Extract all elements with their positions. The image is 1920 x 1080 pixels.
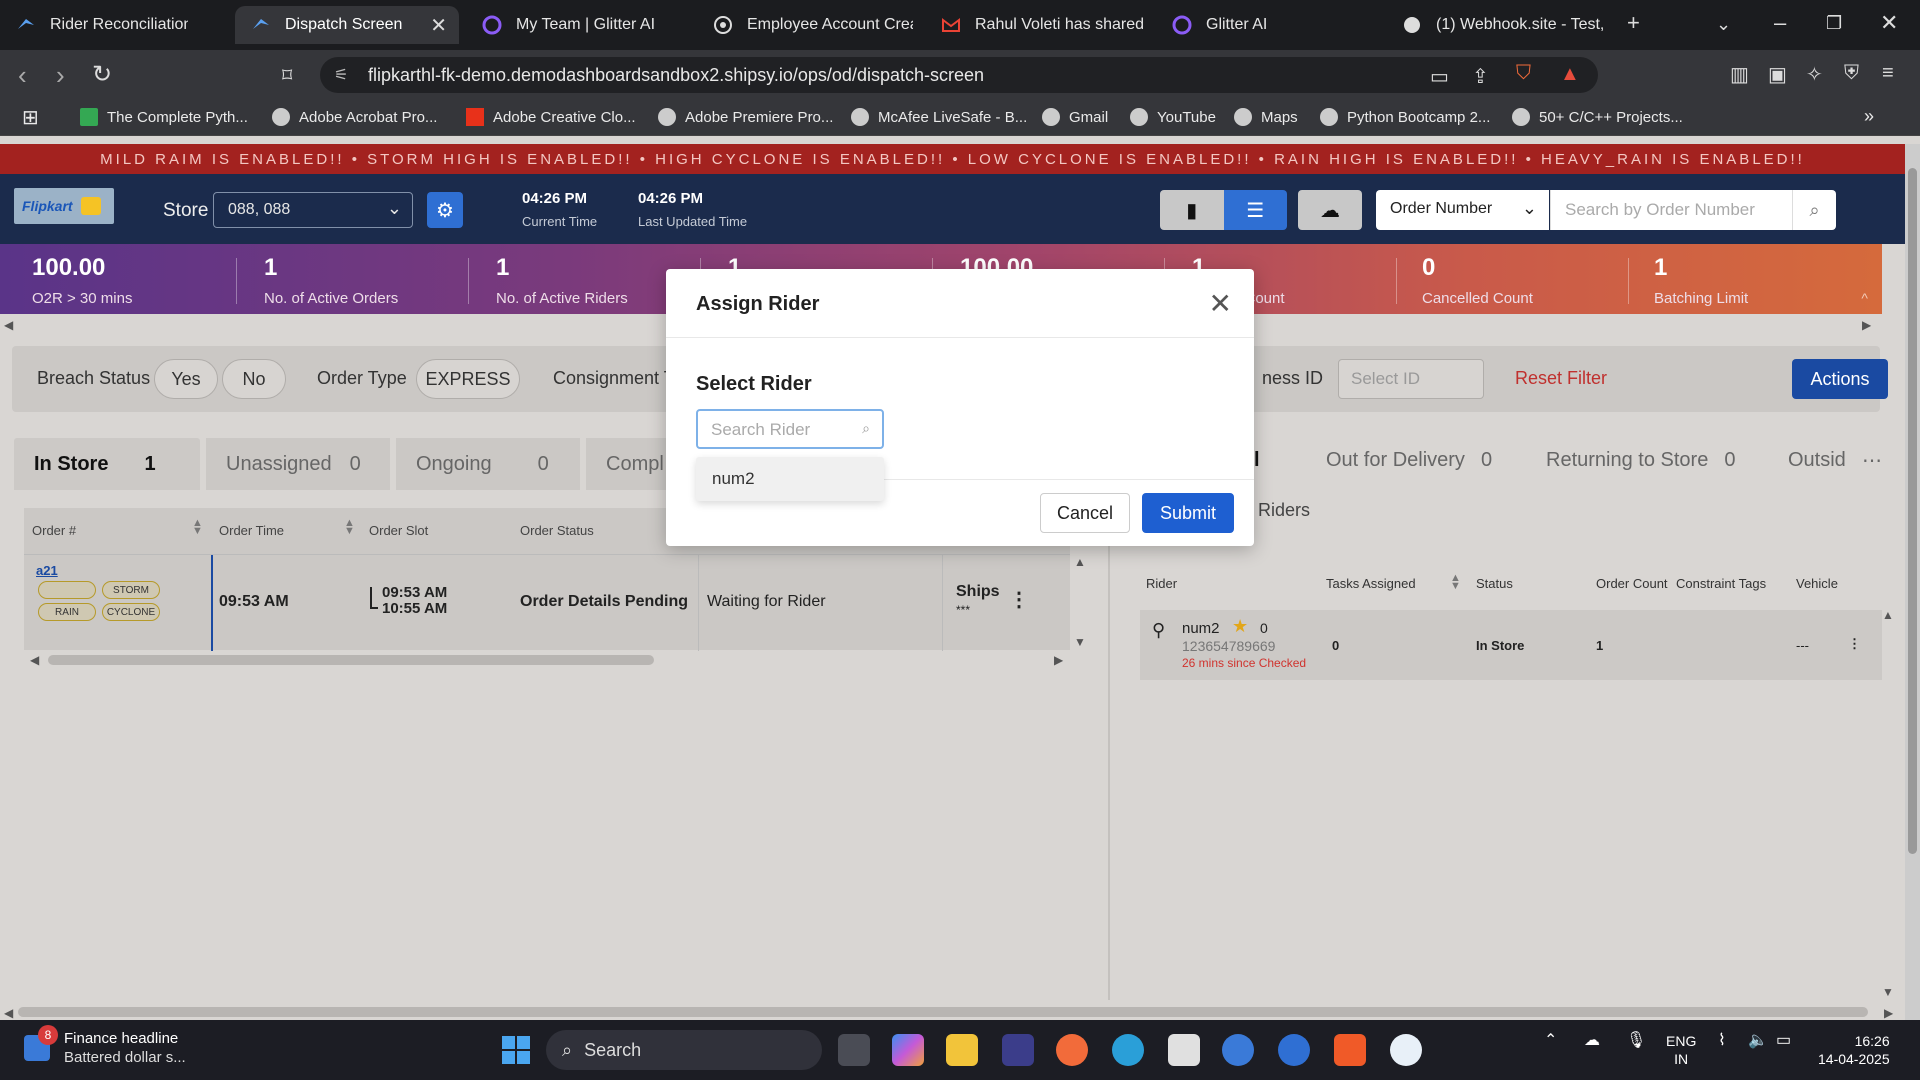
vpn-icon[interactable]: ⛨ <box>1844 62 1859 85</box>
windows-start-icon[interactable] <box>502 1036 530 1064</box>
tab-my-team[interactable]: My Team | Glitter AI <box>466 6 676 44</box>
tab-glitter-ai[interactable]: Glitter AI <box>1156 6 1356 44</box>
language-indicator[interactable]: ENG IN <box>1666 1032 1696 1068</box>
bookmark-item[interactable]: The Complete Pyth... <box>80 108 248 126</box>
back-icon[interactable]: ‹ <box>18 60 27 91</box>
bookmark-item[interactable]: Gmail <box>1042 108 1108 126</box>
restore-icon[interactable]: ❐ <box>1826 13 1842 34</box>
copilot-icon[interactable] <box>892 1034 924 1066</box>
bookmark-icon[interactable]: ⌑ <box>282 63 292 88</box>
tab-search-chevron-icon[interactable]: ⌄ <box>1716 14 1731 35</box>
system-clock[interactable]: 16:26 14-04-2025 <box>1818 1032 1890 1068</box>
search-icon: ⌕ <box>862 420 870 436</box>
modal-title: Assign Rider <box>696 293 820 315</box>
share-icon[interactable]: ⇪ <box>1472 64 1489 89</box>
tab-webhook[interactable]: (1) Webhook.site - Test, t <box>1386 6 1606 44</box>
webhook-icon <box>1402 15 1422 35</box>
reload-icon[interactable]: ↻ <box>92 60 112 89</box>
tab-employee-account[interactable]: Employee Account Creati <box>697 6 913 44</box>
file-explorer-icon[interactable] <box>946 1034 978 1066</box>
assign-rider-modal: Assign Rider ✕ Select Rider Search Rider… <box>666 269 1254 546</box>
tab-dispatch-screen[interactable]: Dispatch Screen ✕ <box>235 6 459 44</box>
windows-taskbar: 8 Finance headline Battered dollar s... … <box>0 1020 1920 1080</box>
bookmark-item[interactable]: 50+ C/C++ Projects... <box>1512 108 1683 126</box>
globe-icon <box>1320 108 1338 126</box>
tab-gmail[interactable]: Rahul Voleti has shared a <box>925 6 1147 44</box>
sidebar-icon[interactable]: ▥ <box>1730 62 1749 87</box>
store-icon[interactable] <box>1168 1034 1200 1066</box>
browser-tab-bar: Rider Reconciliation Dispatch Screen ✕ M… <box>0 0 1920 50</box>
glitter-icon <box>482 15 502 35</box>
postman-icon[interactable] <box>1056 1034 1088 1066</box>
leo-ai-icon[interactable]: ✧ <box>1806 62 1823 87</box>
cast-icon[interactable]: ▭ <box>1430 64 1449 89</box>
show-hidden-icon[interactable]: ⌃ <box>1544 1030 1557 1050</box>
close-tab-icon[interactable]: ✕ <box>430 13 447 38</box>
onedrive-icon[interactable]: ☁ <box>1584 1030 1600 1050</box>
globe-icon <box>658 108 676 126</box>
cancel-button[interactable]: Cancel <box>1040 493 1130 533</box>
battery-icon[interactable]: ▭ <box>1776 1030 1791 1050</box>
window-close-icon[interactable]: ✕ <box>1880 10 1898 36</box>
minimize-icon[interactable]: – <box>1774 10 1786 36</box>
glitter-icon <box>1172 15 1192 35</box>
gmail-icon <box>941 15 961 35</box>
brave-rewards-icon[interactable]: ▲ <box>1560 63 1580 86</box>
wifi-icon[interactable]: ⌇ <box>1718 1030 1726 1050</box>
app-icon[interactable] <box>1390 1034 1422 1066</box>
more-bookmarks-icon[interactable]: » <box>1864 106 1874 127</box>
sync-icon[interactable] <box>1278 1034 1310 1066</box>
apps-grid-icon[interactable]: ⊞ <box>22 105 39 130</box>
bookmark-item[interactable]: Adobe Creative Clo... <box>466 108 636 126</box>
search-rider-input[interactable]: Search Rider ⌕ <box>696 409 884 449</box>
adobe-icon <box>466 108 484 126</box>
close-icon[interactable]: ✕ <box>1209 287 1232 320</box>
taskbar-search[interactable]: ⌕ Search <box>546 1030 822 1070</box>
select-rider-label: Select Rider <box>696 373 812 395</box>
bookmarks-bar: ⊞ The Complete Pyth... Adobe Acrobat Pro… <box>0 100 1920 136</box>
address-bar-row: ‹ › ↻ ⌑ ⚟ flipkarthl-fk-demo.demodashboa… <box>0 50 1920 100</box>
globe-icon <box>1234 108 1252 126</box>
brave-icon[interactable] <box>1334 1034 1366 1066</box>
globe-icon <box>1130 108 1148 126</box>
volume-icon[interactable]: 🔈 <box>1748 1030 1768 1050</box>
glitter-app-icon[interactable] <box>1002 1034 1034 1066</box>
search-icon: ⌕ <box>562 1039 573 1060</box>
modal-divider <box>666 337 1254 338</box>
rider-option[interactable]: num2 <box>696 457 884 501</box>
chrome-icon <box>713 15 733 35</box>
forward-icon[interactable]: › <box>56 60 65 91</box>
bookmark-item[interactable]: Python Bootcamp 2... <box>1320 108 1490 126</box>
news-widget[interactable]: 8 Finance headline Battered dollar s... <box>24 1025 186 1066</box>
tab-rider-reconciliation[interactable]: Rider Reconciliation <box>0 6 188 44</box>
globe-icon <box>272 108 290 126</box>
bookmark-item[interactable]: Maps <box>1234 108 1298 126</box>
globe-icon <box>1512 108 1530 126</box>
bookmark-item[interactable]: YouTube <box>1130 108 1216 126</box>
bookmark-item[interactable]: McAfee LiveSafe - B... <box>851 108 1027 126</box>
edge-icon[interactable] <box>1112 1034 1144 1066</box>
brave-shield-icon[interactable]: ⛉ <box>1516 62 1531 85</box>
news-icon: 8 <box>24 1025 58 1061</box>
flipkart-icon <box>251 15 271 35</box>
app-icon[interactable] <box>1222 1034 1254 1066</box>
task-view-icon[interactable] <box>838 1034 870 1066</box>
bookmark-item[interactable]: Adobe Acrobat Pro... <box>272 108 437 126</box>
globe-icon <box>1042 108 1060 126</box>
flipkart-icon <box>16 15 36 35</box>
url-input[interactable]: ⚟ flipkarthl-fk-demo.demodashboardsandbo… <box>320 57 1598 93</box>
microphone-icon[interactable]: 🎙 <box>1626 1030 1646 1050</box>
drive-icon <box>80 108 98 126</box>
menu-icon[interactable]: ≡ <box>1882 62 1894 85</box>
wallet-icon[interactable]: ▣ <box>1768 62 1787 87</box>
new-tab-icon[interactable]: + <box>1627 10 1640 36</box>
submit-button[interactable]: Submit <box>1142 493 1234 533</box>
bookmark-item[interactable]: Adobe Premiere Pro... <box>658 108 833 126</box>
globe-icon <box>851 108 869 126</box>
modal-divider <box>884 479 1254 480</box>
site-settings-icon[interactable]: ⚟ <box>334 65 348 85</box>
